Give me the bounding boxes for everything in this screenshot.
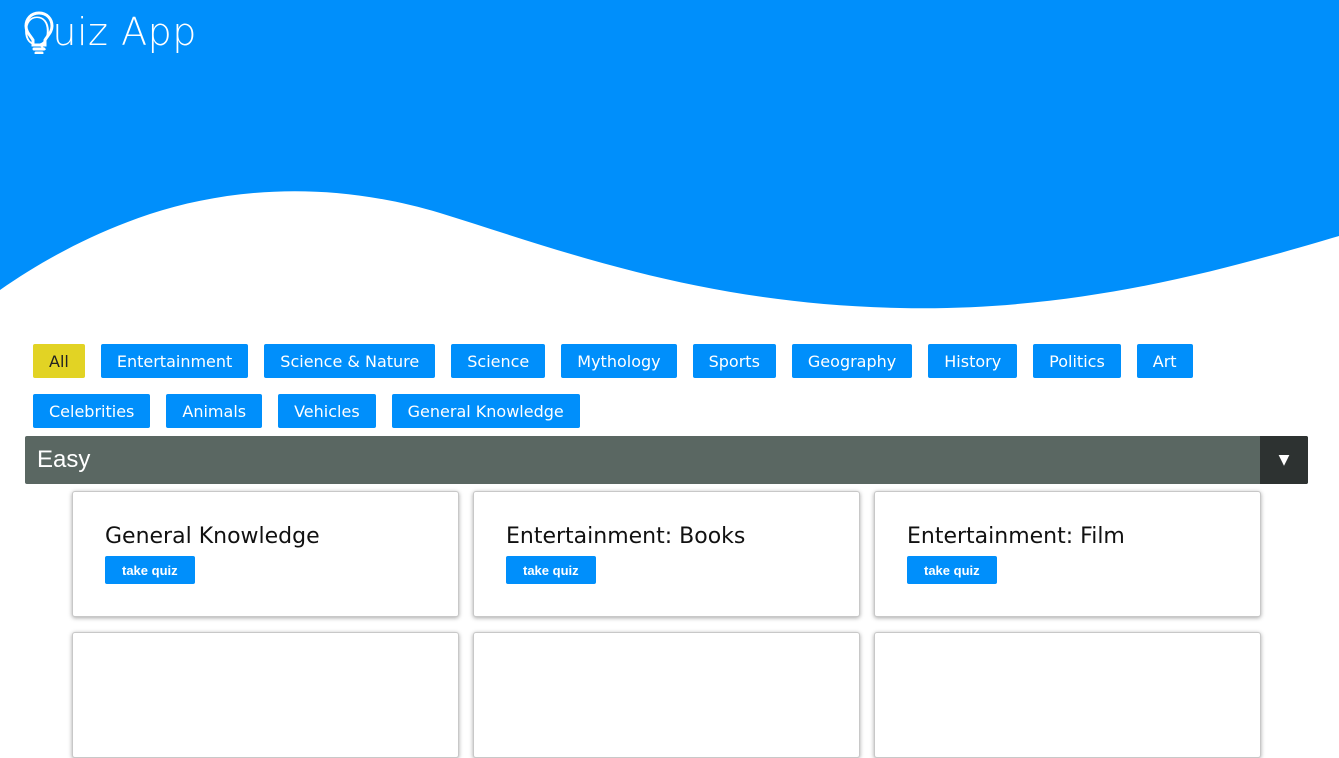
filter-science[interactable]: Science — [451, 344, 546, 378]
filter-history[interactable]: History — [928, 344, 1018, 378]
difficulty-select[interactable]: Easy ▼ — [25, 436, 1308, 484]
quiz-card-grid: General Knowledge take quiz Entertainmen… — [72, 491, 1262, 758]
quiz-card — [72, 632, 459, 758]
filter-sports[interactable]: Sports — [692, 344, 776, 378]
filter-animals[interactable]: Animals — [166, 394, 263, 428]
take-quiz-button[interactable]: take quiz — [105, 556, 195, 584]
filter-politics[interactable]: Politics — [1033, 344, 1121, 378]
filter-general-knowledge[interactable]: General Knowledge — [391, 394, 580, 428]
filter-art[interactable]: Art — [1136, 344, 1193, 378]
quiz-card — [874, 632, 1261, 758]
category-filter-bar: All Entertainment Science & Nature Scien… — [33, 344, 1323, 428]
quiz-card-title: Entertainment: Books — [506, 524, 746, 549]
take-quiz-button[interactable]: take quiz — [506, 556, 596, 584]
quiz-card: General Knowledge take quiz — [72, 491, 459, 617]
filter-celebrities[interactable]: Celebrities — [33, 394, 151, 428]
take-quiz-button[interactable]: take quiz — [907, 556, 997, 584]
filter-science-nature[interactable]: Science & Nature — [264, 344, 436, 378]
difficulty-selected-value: Easy — [37, 446, 91, 473]
app-brand[interactable]: Quiz App — [22, 10, 197, 54]
filter-mythology[interactable]: Mythology — [561, 344, 677, 378]
quiz-card — [473, 632, 860, 758]
filter-geography[interactable]: Geography — [791, 344, 913, 378]
filter-vehicles[interactable]: Vehicles — [278, 394, 376, 428]
quiz-card-title: General Knowledge — [105, 524, 320, 549]
filter-all[interactable]: All — [33, 344, 85, 378]
quiz-card: Entertainment: Film take quiz — [874, 491, 1261, 617]
lightbulb-icon — [24, 11, 54, 54]
wave-background — [0, 0, 1339, 309]
header-banner: Quiz App — [0, 0, 1339, 320]
quiz-card: Entertainment: Books take quiz — [473, 491, 860, 617]
quiz-card-title: Entertainment: Film — [907, 524, 1125, 549]
filter-entertainment[interactable]: Entertainment — [100, 344, 249, 378]
triangle-down-icon[interactable]: ▼ — [1260, 436, 1308, 484]
